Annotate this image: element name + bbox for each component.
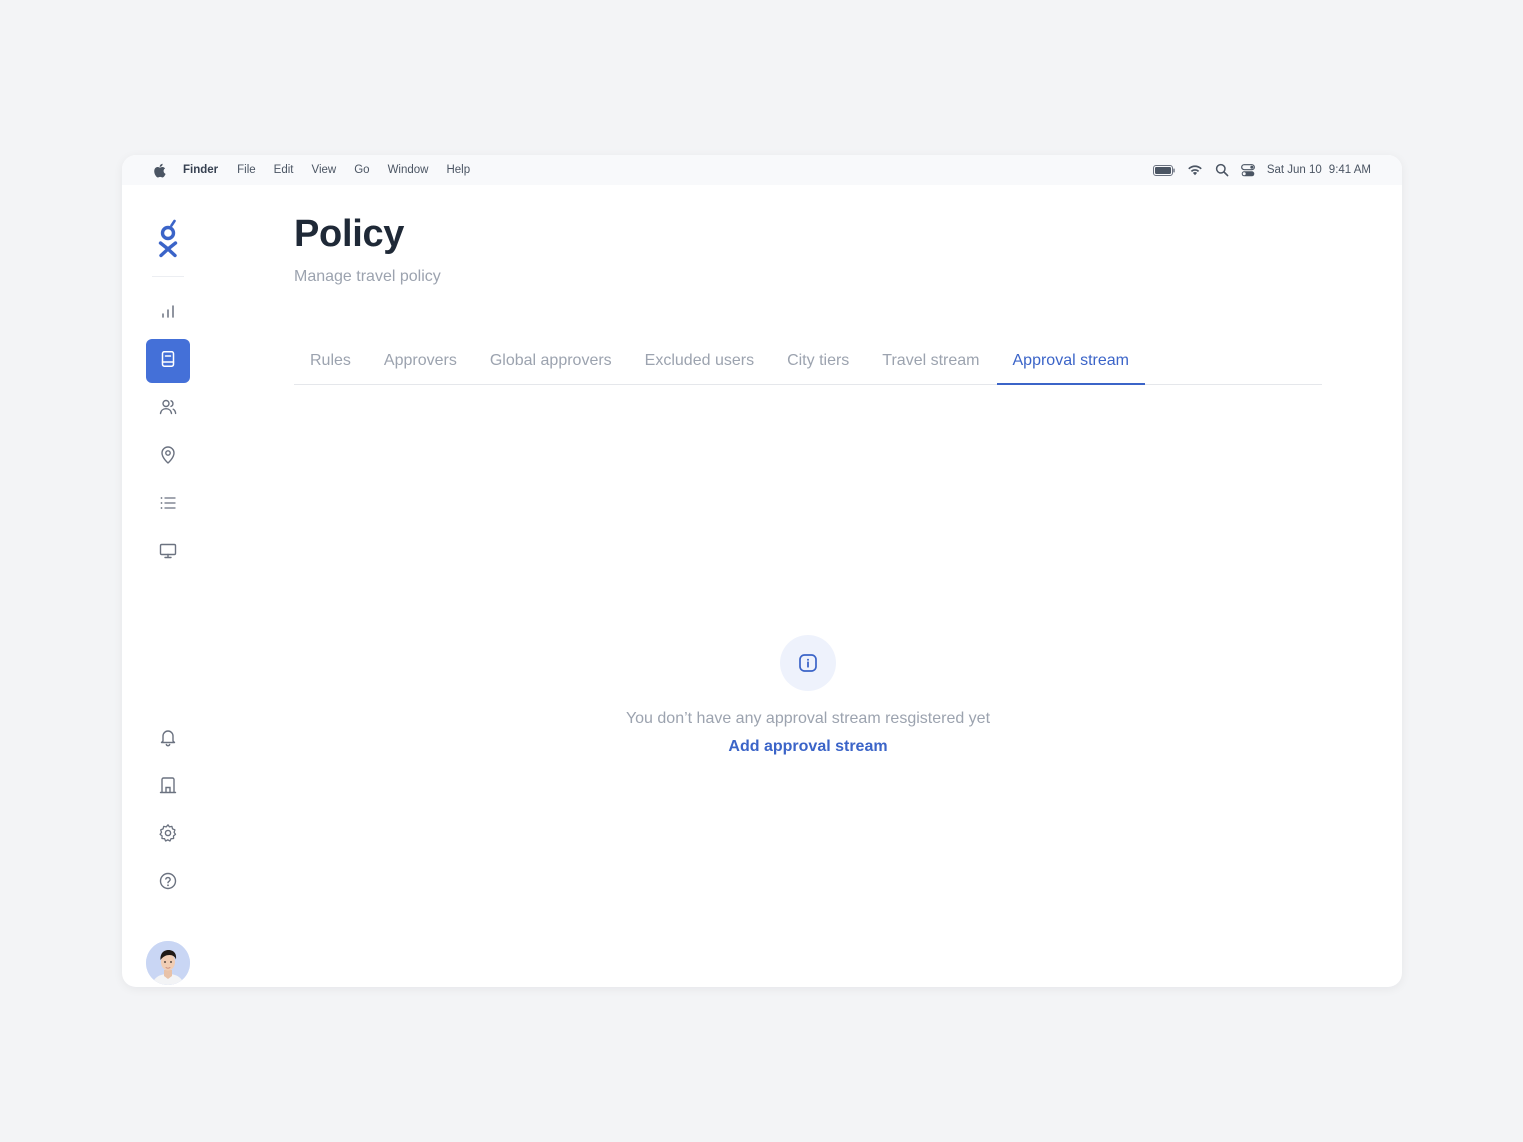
empty-state-message: You don’t have any approval stream resgi…: [625, 710, 991, 727]
sidebar-item-list[interactable]: [146, 483, 190, 527]
list-icon: [158, 493, 178, 518]
wifi-icon[interactable]: [1187, 164, 1203, 176]
empty-state: You don’t have any approval stream resgi…: [294, 635, 1322, 756]
spotlight-search-icon[interactable]: [1215, 163, 1229, 177]
menu-app-name[interactable]: Finder: [183, 164, 218, 176]
location-pin-icon: [158, 445, 178, 470]
sidebar-item-help[interactable]: [146, 861, 190, 905]
sidebar-item-company[interactable]: [146, 765, 190, 809]
user-avatar[interactable]: [146, 941, 190, 985]
brand-logo-icon[interactable]: [156, 219, 180, 259]
app-window: Finder File Edit View Go Window Help Sat…: [122, 155, 1402, 987]
monitor-icon: [158, 541, 178, 566]
tab-approval-stream[interactable]: Approval stream: [996, 343, 1145, 385]
menu-view[interactable]: View: [312, 164, 337, 176]
bar-chart-icon: [158, 301, 178, 326]
info-icon: [780, 635, 836, 691]
tab-city-tiers[interactable]: City tiers: [771, 343, 865, 384]
tab-global-approvers[interactable]: Global approvers: [474, 343, 628, 384]
sidebar-item-notifications[interactable]: [146, 717, 190, 761]
menubar-time[interactable]: 9:41 AM: [1329, 164, 1371, 176]
add-approval-stream-link[interactable]: Add approval stream: [728, 738, 887, 756]
menu-edit[interactable]: Edit: [274, 164, 294, 176]
page-subtitle: Manage travel policy: [294, 268, 441, 285]
menubar-date[interactable]: Sat Jun 10: [1267, 164, 1322, 176]
sidebar-item-users[interactable]: [146, 387, 190, 431]
sidebar-item-policy[interactable]: [146, 339, 190, 383]
users-icon: [158, 397, 178, 422]
gear-icon: [158, 823, 178, 848]
sidebar: [122, 185, 214, 987]
policy-book-icon: [158, 349, 178, 374]
policy-tabs: Rules Approvers Global approvers Exclude…: [294, 343, 1322, 385]
help-circle-icon: [158, 871, 178, 896]
sidebar-item-locations[interactable]: [146, 435, 190, 479]
tab-rules[interactable]: Rules: [294, 343, 367, 384]
sidebar-item-analytics[interactable]: [146, 291, 190, 335]
sidebar-divider: [152, 276, 184, 277]
menu-help[interactable]: Help: [446, 164, 470, 176]
sidebar-item-settings[interactable]: [146, 813, 190, 857]
page-title: Policy: [294, 213, 405, 255]
tab-excluded-users[interactable]: Excluded users: [629, 343, 770, 384]
apple-logo-icon[interactable]: [153, 162, 167, 178]
battery-icon[interactable]: [1152, 164, 1175, 176]
tab-travel-stream[interactable]: Travel stream: [866, 343, 995, 384]
bell-icon: [158, 727, 178, 752]
building-icon: [158, 775, 178, 800]
menu-file[interactable]: File: [237, 164, 256, 176]
menu-go[interactable]: Go: [354, 164, 369, 176]
menu-bar: Finder File Edit View Go Window Help Sat…: [122, 155, 1402, 185]
control-center-icon[interactable]: [1240, 163, 1255, 177]
menu-window[interactable]: Window: [388, 164, 429, 176]
sidebar-item-devices[interactable]: [146, 531, 190, 575]
tab-approvers[interactable]: Approvers: [368, 343, 473, 384]
